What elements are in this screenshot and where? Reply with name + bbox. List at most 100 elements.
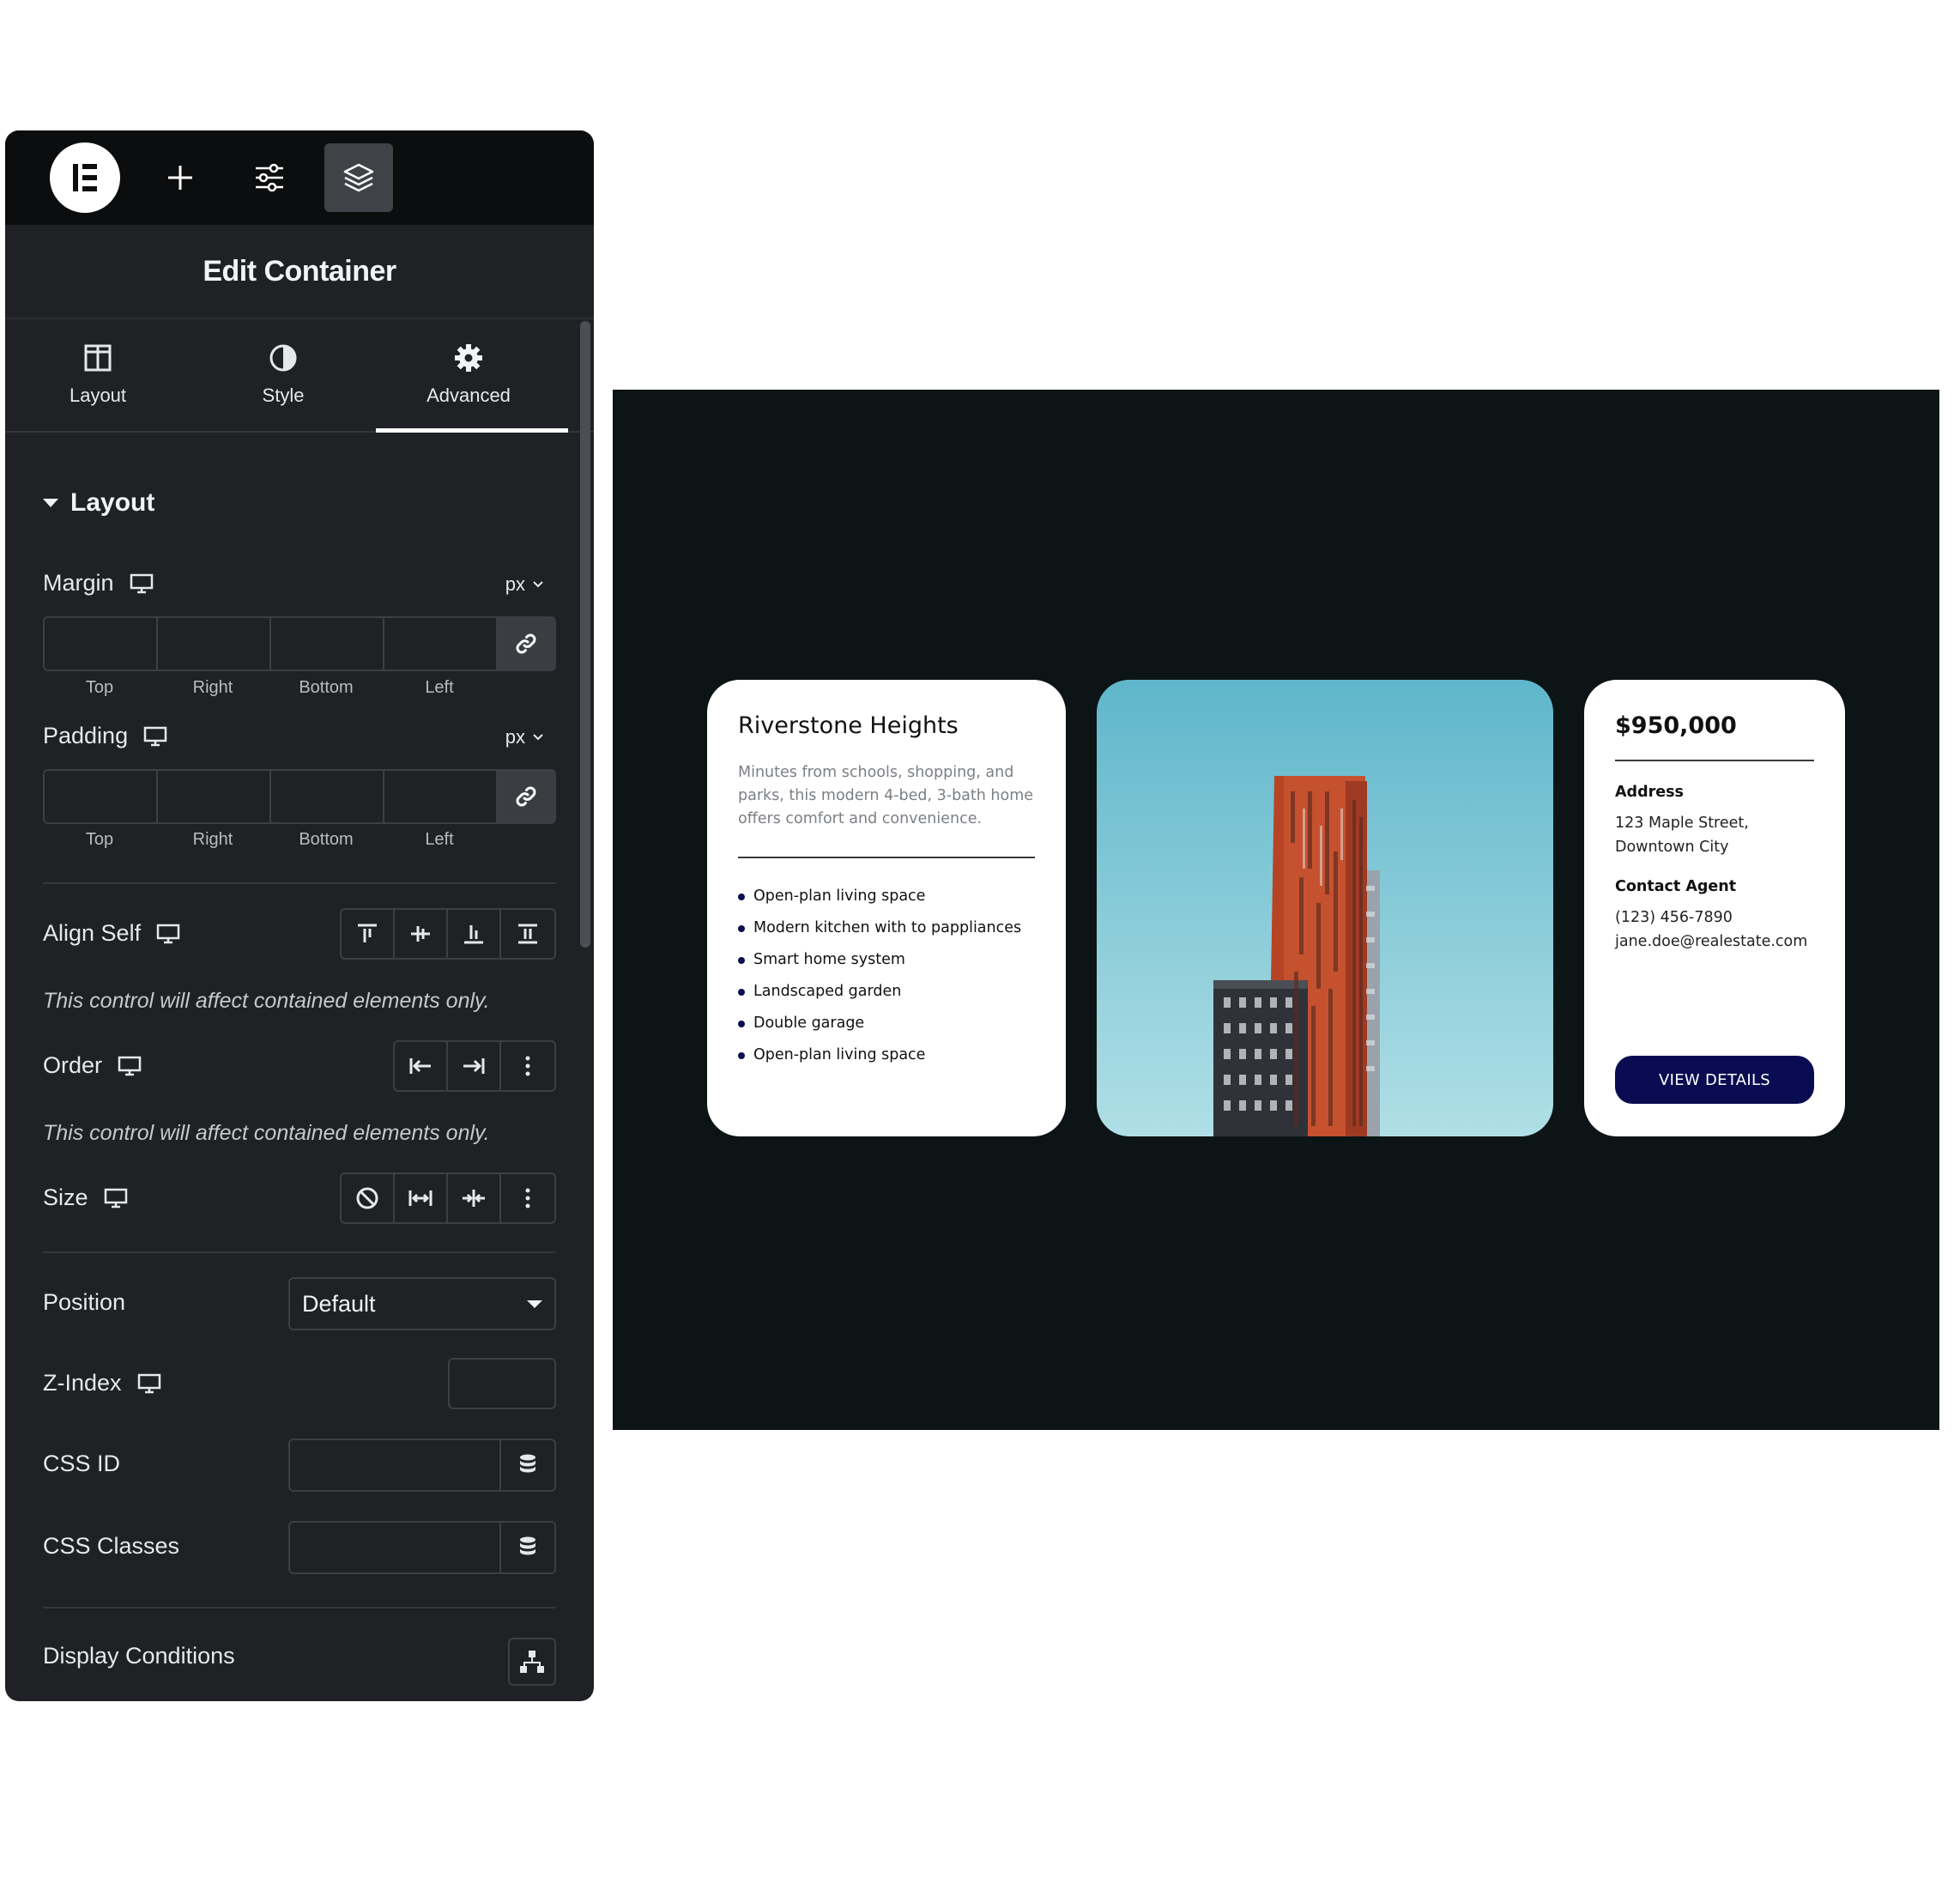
layout-section-toggle[interactable]: Layout: [43, 488, 154, 518]
css-classes-control-label: CSS Classes: [43, 1533, 179, 1560]
arrow-to-end-icon: [463, 1058, 485, 1074]
desktop-icon[interactable]: [104, 1188, 128, 1209]
address-value: 123 Maple Street, Downtown City: [1615, 811, 1814, 859]
margin-unit-select[interactable]: px: [505, 573, 544, 596]
margin-bottom-label: Bottom: [299, 678, 354, 697]
desktop-icon[interactable]: [156, 924, 180, 944]
padding-label: Padding: [43, 723, 129, 748]
padding-control-label: Padding: [43, 723, 167, 749]
property-description: Minutes from schools, shopping, and park…: [738, 764, 1034, 827]
order-end-button[interactable]: [448, 1042, 501, 1090]
feature-list: Open-plan living space Modern kitchen wi…: [738, 884, 1035, 1067]
preview-canvas: Riverstone Heights Minutes from schools,…: [613, 390, 1939, 1430]
sliders-icon: [256, 163, 283, 192]
size-more-button[interactable]: [501, 1174, 554, 1222]
contact-agent-value: (123) 456-7890 jane.doe@realestate.com: [1615, 906, 1814, 954]
css-id-input[interactable]: [290, 1440, 501, 1490]
z-index-input[interactable]: [448, 1358, 556, 1409]
tab-advanced[interactable]: Advanced: [376, 319, 568, 433]
sitemap-icon: [520, 1651, 544, 1673]
chevron-down-icon: [533, 581, 543, 588]
database-icon: [520, 1454, 535, 1473]
order-buttons: [393, 1040, 556, 1092]
size-none-button[interactable]: [342, 1174, 395, 1222]
more-vertical-icon: [525, 1188, 530, 1209]
tab-style-label: Style: [262, 385, 305, 406]
order-more-button[interactable]: [501, 1042, 554, 1090]
position-select[interactable]: Default: [288, 1277, 556, 1330]
editor-panel: Edit Container Layout Style Advanced Lay…: [5, 130, 594, 1701]
padding-inputs: [43, 769, 556, 824]
elementor-logo-button[interactable]: [50, 142, 120, 213]
card-divider: [1615, 760, 1814, 761]
desktop-icon[interactable]: [137, 1373, 161, 1394]
margin-side-labels: Top Right Bottom Left: [43, 678, 498, 698]
padding-right-input[interactable]: [158, 771, 271, 822]
price-card: $950,000 Address 123 Maple Street, Downt…: [1584, 680, 1845, 1136]
order-note: This control will affect contained eleme…: [43, 1121, 490, 1145]
gear-icon: [455, 344, 482, 372]
dynamic-tags-button[interactable]: [501, 1440, 554, 1490]
list-item: Open-plan living space: [738, 884, 1035, 908]
desktop-icon[interactable]: [130, 573, 154, 594]
margin-left-input[interactable]: [384, 618, 498, 669]
tab-layout-label: Layout: [69, 385, 127, 406]
css-classes-input[interactable]: [290, 1523, 501, 1572]
size-shrink-button[interactable]: [448, 1174, 501, 1222]
ban-icon: [356, 1187, 378, 1209]
css-classes-label: CSS Classes: [43, 1533, 180, 1559]
css-id-field: [288, 1439, 556, 1492]
margin-label: Margin: [43, 570, 114, 596]
section-title: Layout: [70, 488, 155, 517]
dynamic-tags-button[interactable]: [501, 1523, 554, 1572]
desktop-icon[interactable]: [143, 726, 167, 747]
margin-top-input[interactable]: [45, 618, 158, 669]
align-start-button[interactable]: [342, 910, 395, 958]
margin-inputs: [43, 616, 556, 671]
align-bottom-icon: [464, 925, 483, 944]
align-stretch-button[interactable]: [501, 910, 554, 958]
editor-tabs: Layout Style Advanced: [5, 319, 594, 433]
property-info-card: Riverstone Heights Minutes from schools,…: [707, 680, 1066, 1136]
align-self-note: This control will affect contained eleme…: [43, 989, 490, 1013]
display-conditions-button[interactable]: [508, 1638, 556, 1686]
add-element-button[interactable]: [146, 143, 215, 212]
contact-agent-label: Contact Agent: [1615, 878, 1737, 895]
margin-bottom-input[interactable]: [271, 618, 384, 669]
order-label: Order: [43, 1052, 103, 1078]
panel-scrollbar[interactable]: [580, 321, 590, 948]
margin-right-input[interactable]: [158, 618, 271, 669]
padding-top-input[interactable]: [45, 771, 158, 822]
desktop-icon[interactable]: [118, 1056, 142, 1076]
structure-layers-button[interactable]: [324, 143, 393, 212]
padding-link-button[interactable]: [498, 771, 554, 822]
layers-icon: [343, 163, 374, 192]
padding-left-input[interactable]: [384, 771, 498, 822]
tab-layout[interactable]: Layout: [5, 319, 191, 431]
margin-link-button[interactable]: [498, 618, 554, 669]
padding-unit-select[interactable]: px: [505, 726, 544, 748]
size-grow-button[interactable]: [395, 1174, 448, 1222]
position-label: Position: [43, 1289, 126, 1315]
site-settings-button[interactable]: [235, 143, 304, 212]
padding-bottom-input[interactable]: [271, 771, 384, 822]
view-details-button[interactable]: VIEW DETAILS: [1615, 1056, 1814, 1104]
expand-horizontal-icon: [408, 1190, 433, 1206]
order-control-label: Order: [43, 1052, 142, 1079]
margin-unit: px: [505, 573, 525, 595]
building-image: [1097, 680, 1553, 1136]
margin-control-label: Margin: [43, 570, 154, 597]
columns-icon: [84, 344, 112, 372]
padding-right-label: Right: [192, 830, 233, 849]
agent-phone: (123) 456-7890: [1615, 909, 1733, 926]
tab-style[interactable]: Style: [191, 319, 376, 431]
list-item: Modern kitchen with to pappliances: [738, 916, 1035, 940]
align-center-button[interactable]: [395, 910, 448, 958]
property-price: $950,000: [1615, 712, 1737, 739]
display-conditions-label: Display Conditions: [43, 1643, 235, 1669]
size-buttons: [340, 1172, 556, 1224]
order-start-button[interactable]: [395, 1042, 448, 1090]
divider: [43, 1251, 556, 1253]
display-conditions-control-label: Display Conditions: [43, 1643, 235, 1669]
align-end-button[interactable]: [448, 910, 501, 958]
